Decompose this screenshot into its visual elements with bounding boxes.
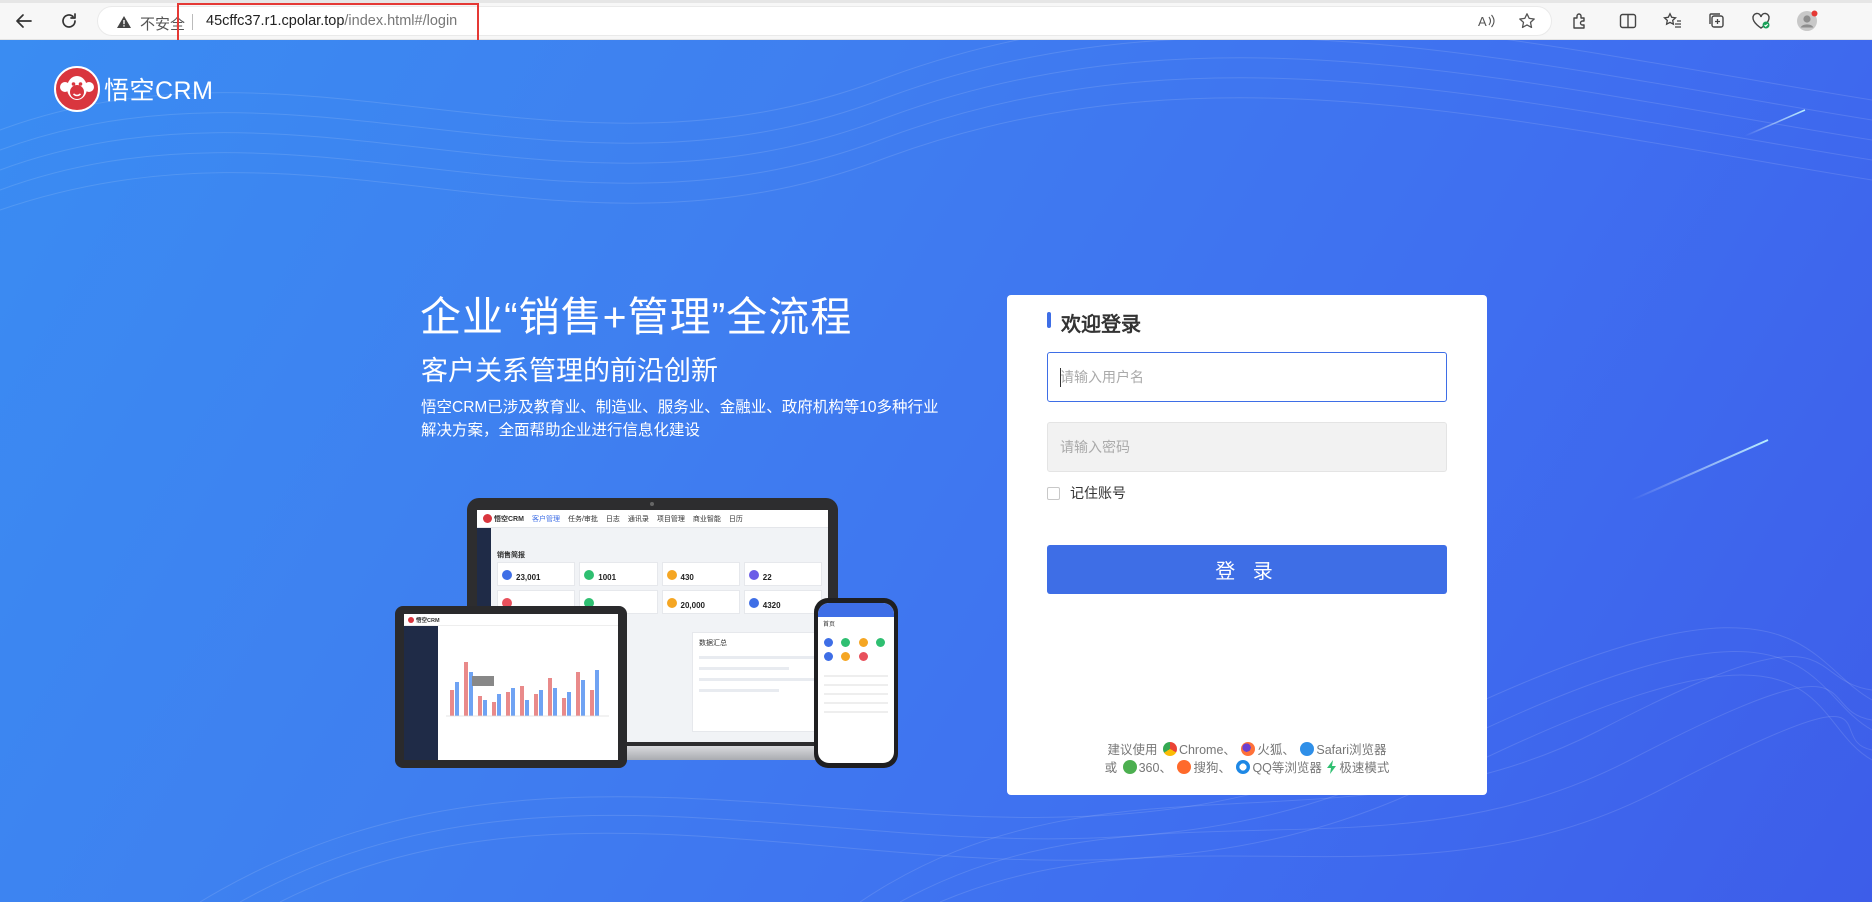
tablet-bar-chart [446,662,609,717]
laptop-stat-card: 20,000 [661,590,740,614]
phone-screen: 首页 [818,603,894,763]
back-arrow-icon [16,14,32,28]
laptop-topbar: 悟空CRM 客户管理 任务/审批 日志 通讯录 项目管理 商业智能 日历 [477,510,828,528]
chrome-icon [1162,742,1177,756]
tips-line-1: 建议使用 Chrome、 火狐、 Safari浏览器 [1007,741,1487,759]
warning-icon[interactable] [116,15,132,29]
browser-360-icon [1122,760,1137,774]
laptop-summary-title: 数据汇总 [699,640,727,647]
tips-chrome: Chrome、 [1178,743,1236,757]
laptop-logo-icon [483,514,492,523]
tips-safari: Safari浏览器 [1316,743,1387,757]
sogou-icon [1177,760,1192,774]
hero-description: 悟空CRM已涉及教育业、制造业、服务业、金融业、政府机构等10多种行业解决方案，… [421,399,939,439]
remember-label[interactable]: 记住账号 [1070,483,1126,503]
laptop-camera [650,502,654,506]
browser-essentials-icon[interactable] [1749,9,1773,33]
monkey-logo-icon [54,66,100,112]
reload-button[interactable] [55,7,83,35]
laptop-stat-card: 1001 [579,562,658,586]
extensions-icon[interactable] [1568,9,1592,33]
tablet-illustration: 悟空CRM [395,606,627,768]
username-input[interactable]: 请输入用户名 [1047,352,1447,402]
laptop-tab: 日历 [728,515,743,523]
remember-checkbox[interactable] [1047,486,1060,500]
phone-illustration: 首页 [814,598,898,768]
brand-logo: 悟空CRM [54,66,213,112]
read-aloud-icon[interactable]: A [1475,9,1499,33]
laptop-logo-text: 悟空CRM [494,515,524,523]
hero-title: 企业“销售+管理”全流程 [420,294,853,340]
tips-360: 360、 [1138,761,1172,775]
login-page: 悟空CRM 企业“销售+管理”全流程 客户关系管理的前沿创新 悟空CRM已涉及教… [0,40,1872,902]
laptop-section-title: 销售简报 [497,552,525,559]
laptop-stat-card: 22 [743,562,822,586]
browser-toolbar: 不安全 45cffc37.r1.cpolar.top/index.html#/l… [0,0,1872,58]
laptop-tab: 商业智能 [692,515,721,523]
split-screen-icon[interactable] [1616,9,1640,33]
back-button[interactable] [10,7,38,35]
tablet-screen: 悟空CRM [404,614,618,760]
username-placeholder: 请输入用户名 [1060,369,1144,385]
lightning-icon [1327,760,1337,774]
tips-prefix: 建议使用 [1107,743,1158,757]
remember-account[interactable]: 记住账号 [1047,483,1126,503]
laptop-tab: 客户管理 [531,515,560,523]
laptop-tab: 任务/审批 [567,515,598,523]
tips-or: 或 [1104,761,1118,775]
tips-fast-mode: 极速模式 [1339,761,1390,775]
tablet-logo-text: 悟空CRM [416,617,440,624]
login-button[interactable]: 登 录 [1047,545,1447,594]
laptop-summary-panel: 数据汇总 [692,632,822,732]
favorite-star-icon[interactable] [1515,9,1539,33]
profile-avatar-icon[interactable] [1795,9,1819,33]
reload-icon [62,13,76,28]
tips-qq: QQ等浏览器 [1252,761,1322,775]
safari-icon [1300,742,1315,756]
phone-title: 首页 [823,622,836,628]
laptop-stat-card: 23,001 [497,562,576,586]
laptop-tab: 通讯录 [627,515,649,523]
password-placeholder: 请输入密码 [1060,439,1130,455]
phone-icon-grid [818,628,894,661]
tips-firefox: 火狐、 [1257,743,1295,757]
password-input[interactable]: 请输入密码 [1047,422,1447,472]
brand-name: 悟空CRM [104,77,214,105]
tips-line-2: 或 360、 搜狗、 QQ等浏览器 极速模式 [1007,759,1487,777]
login-title: 欢迎登录 [1047,308,1141,337]
laptop-tab: 日志 [605,515,620,523]
qq-browser-icon [1236,760,1251,774]
tablet-topbar: 悟空CRM [404,614,618,626]
background-waves [0,40,1872,902]
firefox-icon [1241,742,1256,756]
browser-tips: 建议使用 Chrome、 火狐、 Safari浏览器 或 360、 搜狗、 QQ… [1007,741,1487,777]
login-card: 欢迎登录 请输入用户名 请输入密码 记住账号 登 录 建议使用 Chrome、 … [1007,295,1487,795]
hero-subtitle: 客户关系管理的前沿创新 [421,356,718,386]
laptop-stat-card: 430 [661,562,740,586]
laptop-stat-card: 4320 [743,590,822,614]
collections-icon[interactable] [1705,9,1729,33]
favorites-list-icon[interactable] [1661,9,1685,33]
text-caret [1060,368,1061,387]
tips-sogou: 搜狗、 [1193,761,1231,775]
tablet-sidebar [404,626,438,760]
svg-text:A: A [1478,14,1487,29]
laptop-tab: 项目管理 [656,515,685,523]
